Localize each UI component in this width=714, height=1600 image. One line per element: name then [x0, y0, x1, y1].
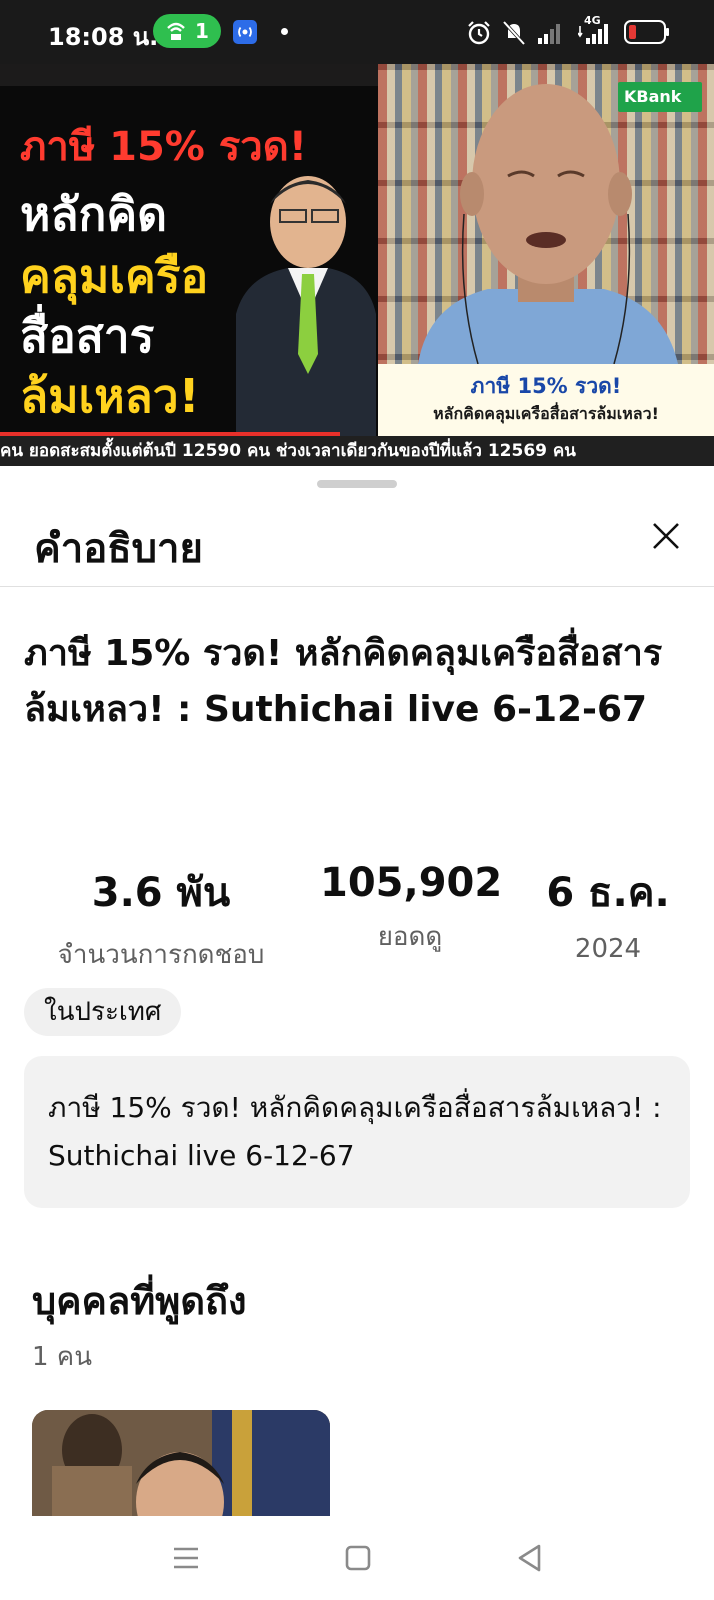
video-title: ภาษี 15% รวด! หลักคิดคลุมเครือสื่อสารล้ม…: [24, 633, 663, 730]
likes-label: จำนวนการกดชอบ: [57, 940, 265, 970]
category-chip[interactable]: ในประเทศ: [24, 988, 182, 1036]
alarm-icon: [468, 21, 490, 45]
caption-line-2: หลักคิดคลุมเครือสื่อสารล้มเหลว!: [433, 404, 659, 423]
person-card[interactable]: [32, 1410, 330, 1516]
suit-person-image: [236, 176, 376, 436]
status-time: 18:08 น.: [48, 23, 159, 51]
views-stat: 105,902 ยอดดู: [320, 860, 503, 957]
people-heading: บุคคลที่พูดถึง: [32, 1279, 247, 1323]
views-value: 105,902: [320, 860, 503, 906]
signal-icon: [538, 24, 560, 44]
caption-line-1: ภาษี 15% รวด!: [470, 374, 622, 398]
person-photo: [32, 1410, 330, 1516]
likes-stat: 3.6 พัน จำนวนการกดชอบ: [38, 860, 284, 975]
thumbnail-graphic: ภาษี 15% รวด! หลักคิด คลุมเครือ สื่อสาร …: [0, 86, 378, 436]
hotspot-count: 1: [195, 19, 209, 43]
date-value: 6 ธ.ค.: [546, 870, 670, 916]
home-icon[interactable]: [336, 1536, 380, 1580]
video-caption-box: ภาษี 15% รวด! หลักคิดคลุมเครือสื่อสารล้ม…: [378, 364, 714, 436]
system-nav-bar: [0, 1516, 714, 1600]
news-ticker: คน ยอดสะสมตั้งแต่ต้นปี 12590 คน ช่วงเวลา…: [0, 436, 714, 466]
video-player[interactable]: ภาษี 15% รวด! หลักคิด คลุมเครือ สื่อสาร …: [0, 64, 714, 466]
recents-icon[interactable]: [164, 1536, 208, 1580]
hotspot-indicator: 1: [153, 14, 221, 48]
thumb-line-5: ล้มเหลว!: [20, 369, 200, 423]
date-stat: 6 ธ.ค. 2024: [538, 860, 678, 964]
description-text: ภาษี 15% รวด! หลักคิดคลุมเครือสื่อสารล้ม…: [24, 1056, 690, 1208]
date-year: 2024: [574, 934, 642, 964]
people-count: 1 คน: [32, 1342, 92, 1372]
description-sheet: คำอธิบาย ภาษี 15% รวด! หลักคิดคลุมเครือส…: [0, 466, 714, 1516]
notification-dot: [281, 28, 288, 35]
sponsor-badge: KBank: [618, 82, 702, 112]
drag-handle[interactable]: [317, 480, 397, 488]
sheet-title: คำอธิบาย: [34, 526, 203, 572]
status-bar: 18:08 น. 1 4G: [0, 0, 714, 64]
signal-icon-2: [578, 24, 608, 44]
divider: [0, 586, 714, 587]
mute-icon: [502, 20, 526, 46]
close-icon[interactable]: [646, 516, 686, 556]
back-icon[interactable]: [508, 1536, 552, 1580]
screen: 18:08 น. 1 4G ภาษี 15% รวด! หลักคิด คลุม…: [0, 0, 714, 1600]
views-label: ยอดดู: [377, 922, 443, 952]
battery-icon: [624, 20, 669, 44]
hotspot-icon: [167, 22, 185, 40]
likes-value: 3.6 พัน: [91, 870, 231, 916]
radio-icon: [233, 20, 257, 44]
